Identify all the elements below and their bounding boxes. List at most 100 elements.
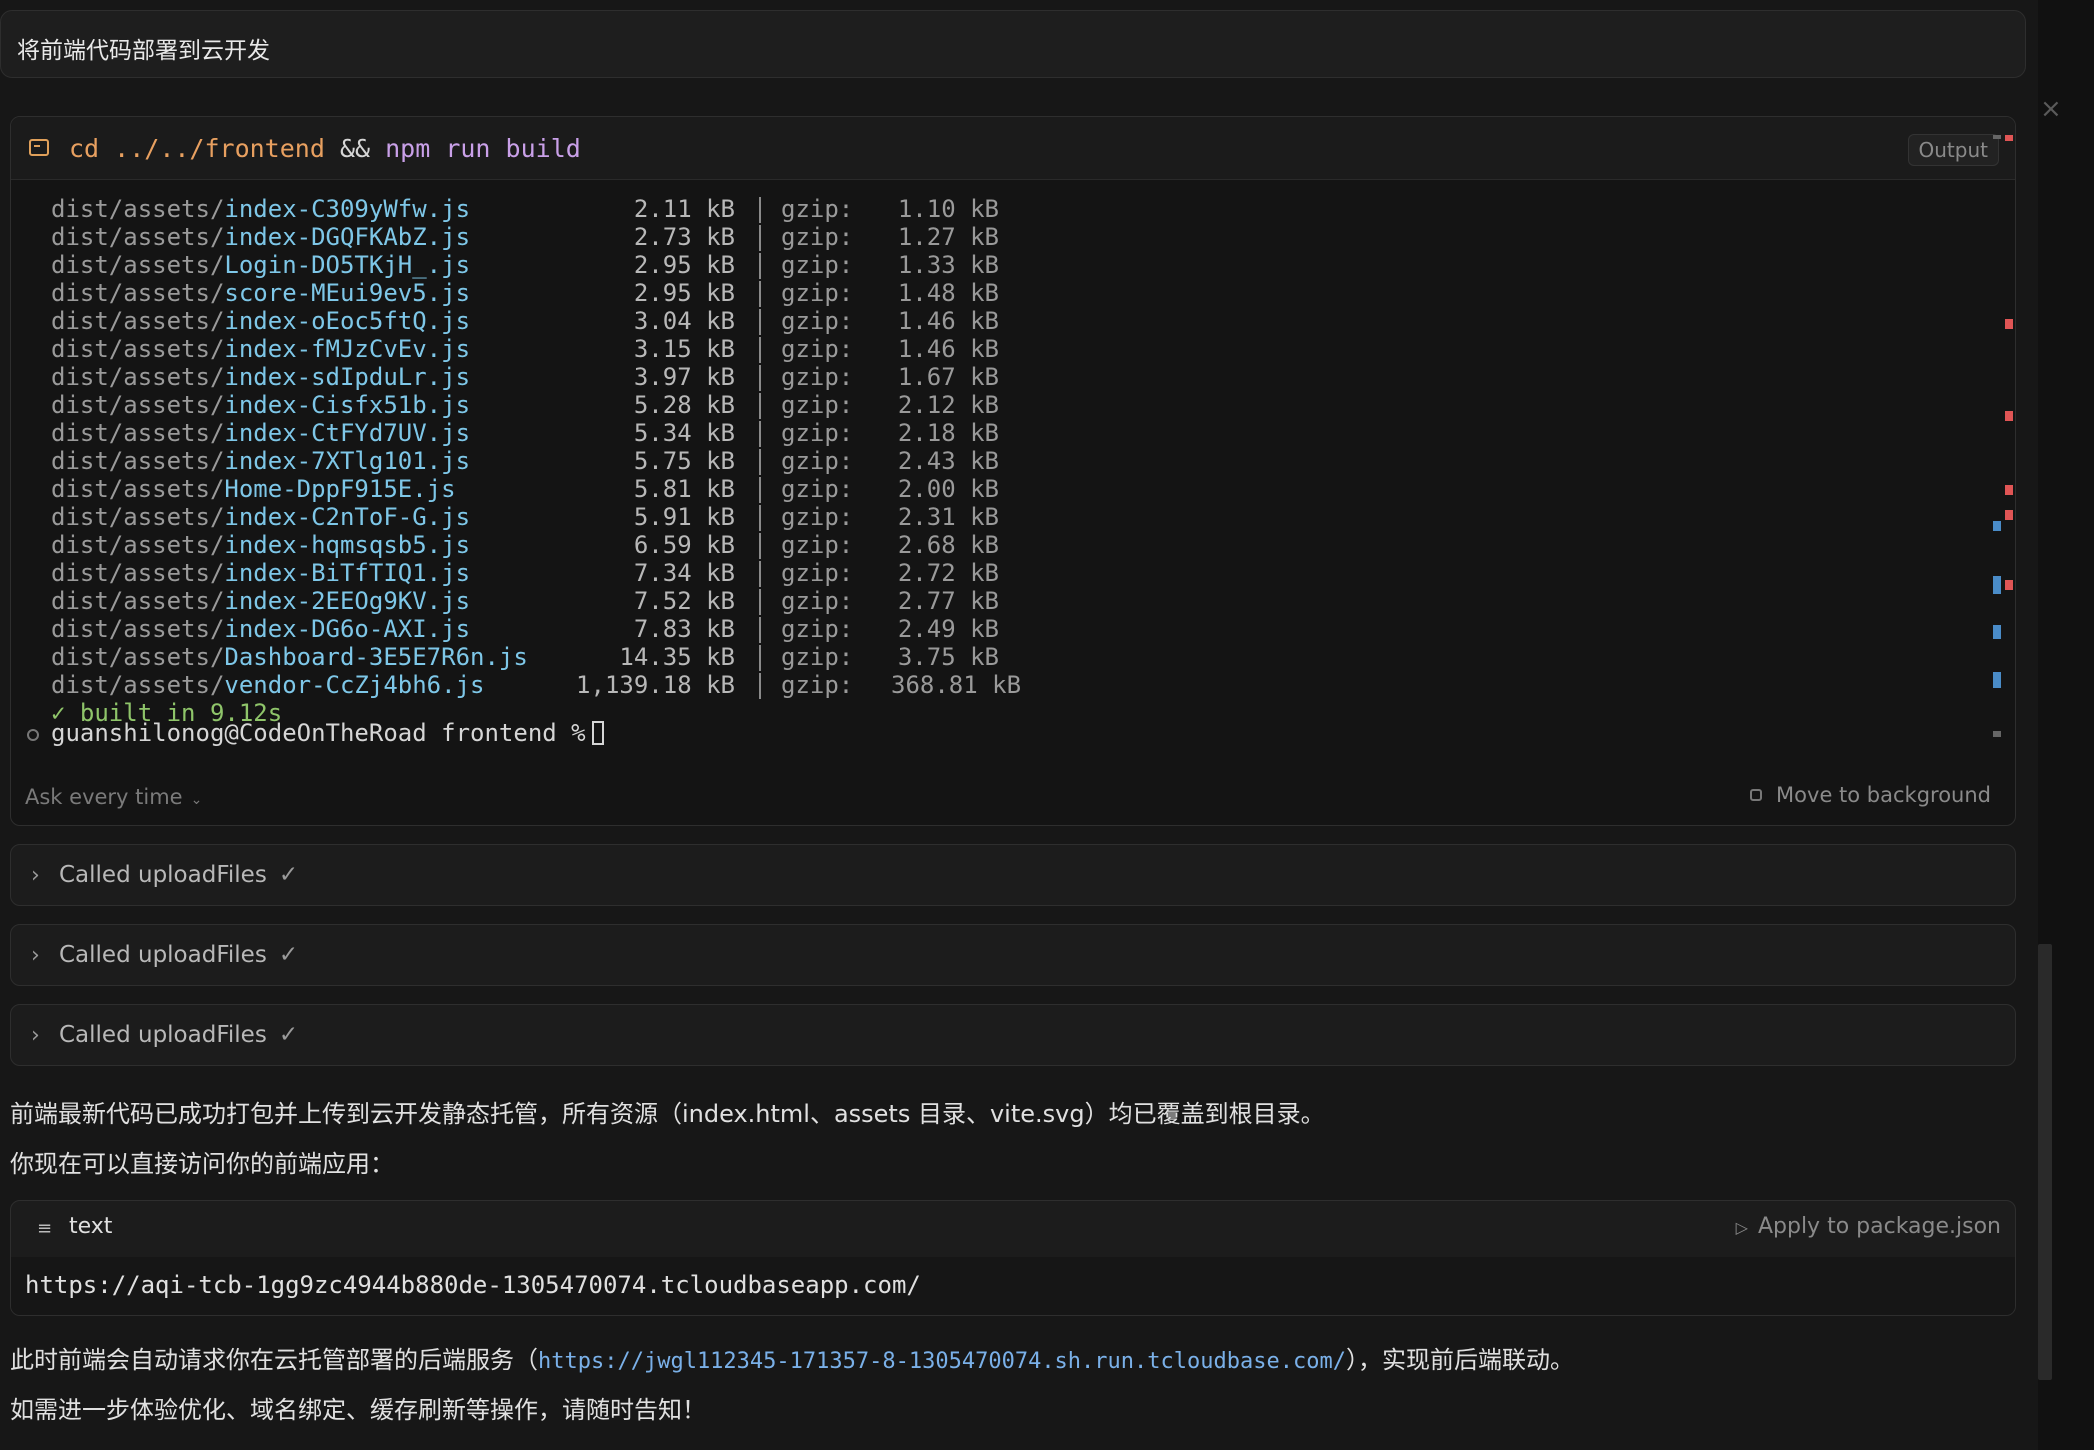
scroll-marker (2005, 411, 2013, 421)
file-name: index-C2nToF-G.js (224, 503, 471, 531)
column-separator (759, 309, 761, 335)
dir: dist/assets/ (51, 643, 225, 671)
backend-link[interactable]: https://jwgl112345-171357-8-1305470074.s… (538, 1349, 1346, 1374)
scroll-marker (1993, 731, 2001, 737)
file-path: dist/assets/index-BiTfTIQ1.js (51, 559, 470, 587)
gzip-label: gzip: (781, 503, 854, 531)
tool-call-2[interactable]: › Called uploadFiles ✓ (10, 924, 2016, 986)
file-name: index-sdIpduLr.js (224, 363, 471, 391)
build-output-line: dist/assets/index-BiTfTIQ1.js 7.34 kB gzip… (11, 559, 2015, 587)
column-separator (759, 253, 761, 279)
response-paragraph-3: 此时前端会自动请求你在云托管部署的后端服务（https://jwgl112345… (10, 1340, 1574, 1375)
code-block-header: ≡ text ▷ Apply to package.json (11, 1201, 2015, 1255)
gzip-size: 3.75 kB (897, 643, 999, 671)
file-name: index-Cisfx51b.js (224, 391, 471, 419)
dir: dist/assets/ (51, 195, 225, 223)
dir: dist/assets/ (51, 503, 225, 531)
build-output: dist/assets/index-C309yWfw.js 2.11 kB gzip… (11, 195, 2015, 727)
dir: dist/assets/ (51, 279, 225, 307)
column-separator (759, 393, 761, 419)
build-output-line: dist/assets/index-sdIpduLr.js 3.97 kB gzip… (11, 363, 2015, 391)
gzip-size: 2.77 kB (897, 587, 999, 615)
column-separator (759, 281, 761, 307)
file-size: 2.11 kB (633, 195, 735, 223)
dir: dist/assets/ (51, 251, 225, 279)
gzip-label: gzip: (781, 251, 854, 279)
close-icon[interactable]: × (2040, 94, 2062, 124)
user-message: 将前端代码部署到云开发 (0, 10, 2026, 78)
tool-call-1[interactable]: › Called uploadFiles ✓ (10, 844, 2016, 906)
chevron-down-icon: ⌄ (190, 792, 203, 808)
output-button[interactable]: Output (1907, 134, 1999, 166)
file-size: 7.34 kB (633, 559, 735, 587)
gzip-label: gzip: (781, 223, 854, 251)
file-size: 2.95 kB (633, 251, 735, 279)
scroll-marker (1993, 576, 2001, 594)
column-separator (759, 449, 761, 475)
column-separator (759, 365, 761, 391)
scroll-marker (2005, 510, 2013, 520)
gzip-size: 1.46 kB (897, 335, 999, 363)
check-icon: ✓ (278, 942, 299, 968)
code-url[interactable]: https://aqi-tcb-1gg9zc4944b880de-1305470… (25, 1271, 921, 1299)
gzip-size: 1.27 kB (897, 223, 999, 251)
check-icon: ✓ (278, 862, 299, 888)
gzip-label: gzip: (781, 363, 854, 391)
build-output-line: dist/assets/index-C309yWfw.js 2.11 kB gzip… (11, 195, 2015, 223)
file-size: 14.35 kB (619, 643, 735, 671)
gzip-label: gzip: (781, 391, 854, 419)
build-output-line: dist/assets/index-hqmsqsb5.js 6.59 kB gzip… (11, 531, 2015, 559)
file-path: dist/assets/index-CtFYd7UV.js (51, 419, 470, 447)
file-name: index-DG6o-AXI.js (224, 615, 471, 643)
gzip-label: gzip: (781, 279, 854, 307)
file-path: dist/assets/score-MEui9ev5.js (51, 279, 470, 307)
tool-call-3[interactable]: › Called uploadFiles ✓ (10, 1004, 2016, 1066)
apply-button[interactable]: ▷ Apply to package.json (1736, 1214, 2001, 1239)
dir: dist/assets/ (51, 335, 225, 363)
file-path: dist/assets/index-oEoc5ftQ.js (51, 307, 470, 335)
tool-call-label: Called uploadFiles (59, 862, 267, 888)
cmd-cd: cd (69, 134, 100, 163)
prompt-status-icon (27, 729, 39, 741)
dir: dist/assets/ (51, 531, 225, 559)
file-path: dist/assets/index-hqmsqsb5.js (51, 531, 470, 559)
column-separator (759, 225, 761, 251)
gzip-label: gzip: (781, 559, 854, 587)
gzip-size: 2.00 kB (897, 475, 999, 503)
terminal-prompt[interactable]: guanshilonog@CodeOnTheRoad frontend % (51, 719, 604, 747)
scroll-marker (2005, 135, 2013, 141)
build-output-line: dist/assets/index-DGQFKAbZ.js 2.73 kB gzip… (11, 223, 2015, 251)
scroll-marker (1993, 672, 2001, 688)
file-path: dist/assets/index-DGQFKAbZ.js (51, 223, 470, 251)
gzip-size: 1.48 kB (897, 279, 999, 307)
build-output-line: dist/assets/Dashboard-3E5E7R6n.js 14.35 k… (11, 643, 2015, 671)
prompt-text: guanshilonog@CodeOnTheRoad frontend % (51, 719, 586, 747)
user-message-text: 将前端代码部署到云开发 (17, 38, 270, 64)
file-size: 5.81 kB (633, 475, 735, 503)
gzip-size: 2.31 kB (897, 503, 999, 531)
scroll-marker (2005, 485, 2013, 495)
scrollbar-thumb[interactable] (2038, 944, 2052, 1380)
terminal-cursor (591, 721, 604, 745)
gzip-size: 1.46 kB (897, 307, 999, 335)
gzip-size: 1.10 kB (897, 195, 999, 223)
move-to-background-button[interactable]: Move to background (1750, 783, 1991, 807)
file-name: index-fMJzCvEv.js (224, 335, 471, 363)
para3-prefix: 此时前端会自动请求你在云托管部署的后端服务（ (10, 1346, 538, 1374)
gzip-label: gzip: (781, 671, 854, 699)
build-output-line: dist/assets/Home-DppF915E.js 5.81 kB gzip:… (11, 475, 2015, 503)
file-size: 3.97 kB (633, 363, 735, 391)
response-paragraph-2: 你现在可以直接访问你的前端应用： (10, 1150, 394, 1178)
file-path: dist/assets/vendor-CcZj4bh6.js (51, 671, 484, 699)
file-name: Dashboard-3E5E7R6n.js (224, 643, 528, 671)
column-separator (759, 645, 761, 671)
gzip-label: gzip: (781, 307, 854, 335)
ask-every-time-dropdown[interactable]: Ask every time ⌄ (25, 785, 202, 809)
file-path: dist/assets/index-fMJzCvEv.js (51, 335, 470, 363)
check-icon: ✓ (278, 1022, 299, 1048)
terminal-header: cd ../../frontend && npm run build Outpu… (11, 117, 2015, 180)
dir: dist/assets/ (51, 559, 225, 587)
tool-call-label: Called uploadFiles (59, 942, 267, 968)
file-path: dist/assets/index-2EEOg9KV.js (51, 587, 470, 615)
dir: dist/assets/ (51, 363, 225, 391)
